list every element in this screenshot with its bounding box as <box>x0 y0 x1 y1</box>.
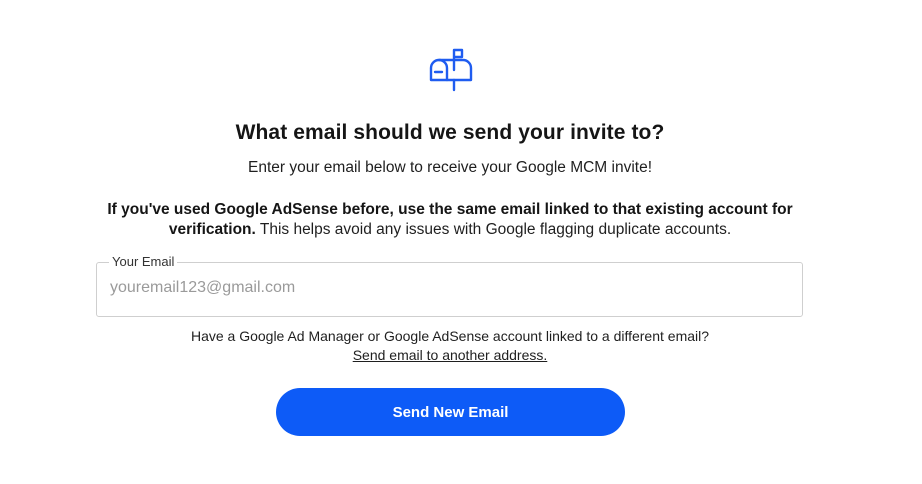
verification-note: If you've used Google AdSense before, us… <box>95 200 805 240</box>
email-input[interactable] <box>110 279 790 297</box>
alternate-link-row: Send email to another address. <box>0 347 900 363</box>
page-title: What email should we send your invite to… <box>235 121 665 144</box>
send-to-another-address-link[interactable]: Send email to another address. <box>353 347 548 363</box>
verification-note-text: This helps avoid any issues with Google … <box>255 221 732 238</box>
page-subtitle: Enter your email below to receive your G… <box>247 159 653 176</box>
email-field: Your Email <box>96 254 803 317</box>
alternate-account-question: Have a Google Ad Manager or Google AdSen… <box>190 328 710 344</box>
email-invite-page: What email should we send your invite to… <box>0 0 922 484</box>
mailbox-icon <box>427 48 475 92</box>
email-field-label: Your Email <box>109 254 178 269</box>
send-new-email-button[interactable]: Send New Email <box>276 388 625 436</box>
